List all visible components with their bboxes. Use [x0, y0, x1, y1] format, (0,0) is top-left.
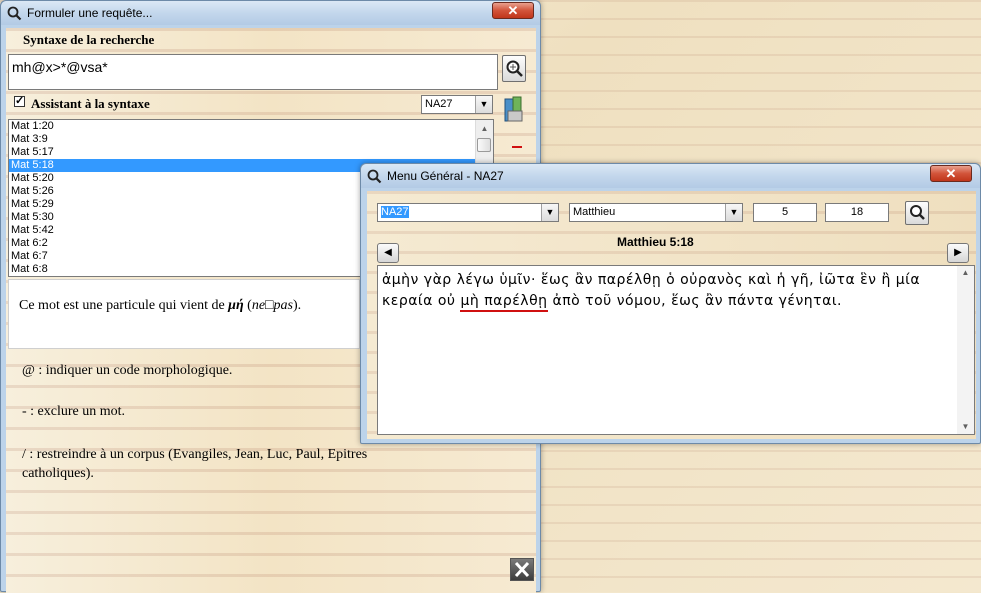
- chevron-down-icon: ▼: [725, 204, 742, 221]
- verse-input[interactable]: 18: [825, 203, 889, 222]
- verse-text-area[interactable]: ἀμὴν γὰρ λέγω ὑμῖν· ἕως ἂν παρέλθῃ ὁ οὐρ…: [377, 265, 975, 435]
- assistant-checkbox[interactable]: ✓: [14, 96, 25, 107]
- book-select[interactable]: Matthieu ▼: [569, 203, 743, 222]
- close-icon: [514, 561, 530, 578]
- books-icon: [504, 96, 523, 122]
- syntax-label: Syntaxe de la recherche: [23, 32, 155, 47]
- description-gloss: ne□pas: [251, 298, 293, 313]
- chevron-down-icon: ▼: [541, 204, 558, 221]
- general-menu-client: NA27 ▼ Matthieu ▼ 5 18 ◀ Matthieu 5:18 ▶…: [367, 191, 976, 439]
- scroll-up-icon[interactable]: ▲: [476, 120, 493, 137]
- query-window-titlebar[interactable]: Formuler une requête... ✕: [1, 1, 540, 25]
- query-window-title: Formuler une requête...: [27, 6, 153, 20]
- description-word: μή: [228, 298, 244, 313]
- version-select[interactable]: NA27 ▼: [377, 203, 559, 222]
- result-item[interactable]: Mat 1:20: [9, 120, 493, 133]
- general-menu-titlebar[interactable]: Menu Général - NA27 ✕: [361, 164, 980, 188]
- help-line-corpus: / : restreindre à un corpus (Evangiles, …: [22, 447, 368, 481]
- book-select-value: Matthieu: [573, 206, 616, 218]
- corpus-select[interactable]: NA27 ▼: [421, 95, 493, 114]
- description-open: (: [243, 298, 252, 313]
- magnifier-icon: [506, 60, 523, 77]
- word-description: Ce mot est une particule qui vient de μή…: [8, 279, 360, 349]
- red-marker: [512, 146, 522, 148]
- query-input[interactable]: mh@x>*@vsa*: [8, 54, 498, 90]
- verse-text-after: ἀπὸ τοῦ νόμου, ἕως ἂν πάντα γένηται.: [547, 293, 843, 309]
- verse-reference: Matthieu 5:18: [617, 235, 694, 249]
- scroll-thumb[interactable]: [477, 138, 491, 152]
- search-app-icon: [7, 6, 22, 21]
- scroll-down-icon[interactable]: ▼: [957, 420, 974, 434]
- corpus-select-value: NA27: [425, 98, 453, 110]
- general-menu-window: Menu Général - NA27 ✕ NA27 ▼ Matthieu ▼ …: [360, 163, 981, 444]
- scroll-up-icon[interactable]: ▲: [957, 266, 974, 280]
- chevron-down-icon: ▼: [475, 96, 492, 113]
- verse-text: ἀμὴν γὰρ λέγω ὑμῖν· ἕως ἂν παρέλθῃ ὁ οὐρ…: [382, 270, 942, 312]
- result-item[interactable]: Mat 5:17: [9, 146, 493, 159]
- search-app-icon: [367, 169, 382, 184]
- verse-scrollbar[interactable]: ▲ ▼: [957, 266, 974, 434]
- exit-button[interactable]: [510, 558, 534, 581]
- description-text: Ce mot est une particule qui vient de: [19, 298, 229, 313]
- magnifier-icon: [910, 205, 925, 220]
- close-button[interactable]: ✕: [492, 2, 534, 19]
- arrow-right-icon: ▶: [954, 247, 962, 258]
- assistant-label: Assistant à la syntaxe: [31, 96, 150, 111]
- next-verse-button[interactable]: ▶: [947, 243, 969, 263]
- verse-text-match: μὴ παρέλθῃ: [460, 293, 548, 312]
- description-close: ).: [292, 298, 302, 313]
- arrow-left-icon: ◀: [384, 247, 392, 258]
- previous-verse-button[interactable]: ◀: [377, 243, 399, 263]
- chapter-input[interactable]: 5: [753, 203, 817, 222]
- search-button[interactable]: [502, 55, 526, 82]
- version-select-value: NA27: [381, 206, 409, 218]
- goto-button[interactable]: [905, 201, 929, 225]
- result-item[interactable]: Mat 3:9: [9, 133, 493, 146]
- books-button[interactable]: [502, 94, 527, 124]
- general-menu-title: Menu Général - NA27: [387, 169, 504, 183]
- close-button[interactable]: ✕: [930, 165, 972, 182]
